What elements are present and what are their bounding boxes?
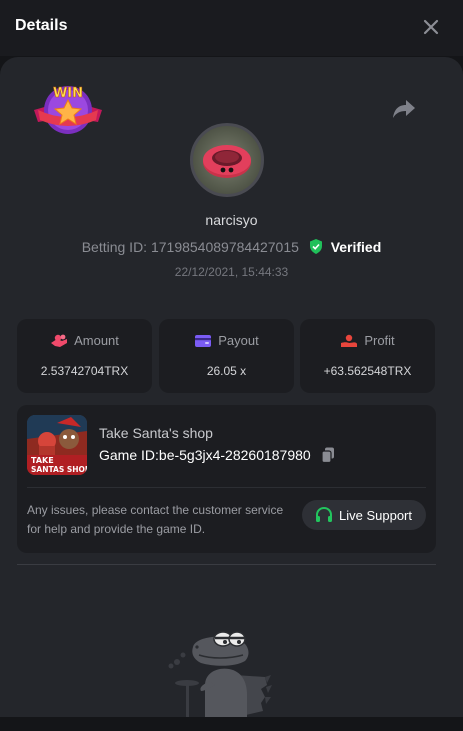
wallet-icon	[195, 335, 212, 347]
betting-id-value: 1719854089784427015	[150, 239, 299, 255]
close-icon[interactable]	[421, 17, 441, 37]
thumb-text-line2: SANTAS SHOP	[31, 465, 87, 474]
amount-value: 2.53742704TRX	[40, 364, 129, 378]
verified-label: Verified	[330, 239, 382, 255]
game-card: TAKE SANTAS SHOP Take Santa's shop Game …	[17, 405, 436, 553]
hand-coin-icon	[341, 334, 358, 347]
game-id-row: Game ID:be-5g3jx4-28260187980	[99, 447, 335, 464]
thumb-text-line1: TAKE	[31, 456, 54, 465]
verified-shield-icon	[309, 239, 323, 254]
live-support-button[interactable]: Live Support	[302, 500, 426, 530]
betting-id-row: Betting ID: 1719854089784427015 Verified	[0, 239, 463, 255]
amount-card: Amount 2.53742704TRX	[17, 319, 152, 393]
header-title: Details	[15, 17, 68, 34]
payout-value: 26.05 x	[206, 364, 247, 378]
copy-icon[interactable]	[321, 447, 335, 464]
headset-icon	[316, 507, 332, 522]
card-divider	[27, 487, 426, 488]
amount-label: Amount	[74, 333, 119, 348]
details-panel: WIN narcisyo Betting ID: 171985408978442…	[0, 57, 463, 717]
game-thumbnail[interactable]: TAKE SANTAS SHOP	[27, 415, 87, 475]
bet-datetime: 22/12/2021, 15:44:33	[174, 265, 289, 279]
profit-card: Profit +63.562548TRX	[300, 319, 435, 393]
game-id-value: be-5g3jx4-28260187980	[158, 447, 311, 463]
live-support-label: Live Support	[339, 508, 412, 523]
avatar	[190, 123, 264, 197]
betting-id-label: Betting ID:	[81, 239, 148, 255]
win-badge-text: WIN	[53, 86, 83, 101]
game-id-label: Game ID:	[99, 447, 159, 463]
payout-card: Payout 26.05 x	[159, 319, 294, 393]
crocodile-mascot-icon	[165, 625, 285, 717]
coins-icon	[51, 334, 68, 347]
game-name[interactable]: Take Santa's shop	[99, 425, 213, 441]
details-header: Details	[0, 0, 463, 56]
username: narcisyo	[205, 212, 258, 228]
section-divider	[17, 564, 436, 565]
payout-label: Payout	[218, 333, 259, 348]
profit-label: Profit	[364, 333, 395, 348]
support-text: Any issues, please contact the customer …	[27, 503, 284, 536]
profit-value: +63.562548TRX	[323, 364, 412, 378]
share-icon[interactable]	[391, 97, 417, 121]
win-badge-icon: WIN	[30, 80, 106, 138]
